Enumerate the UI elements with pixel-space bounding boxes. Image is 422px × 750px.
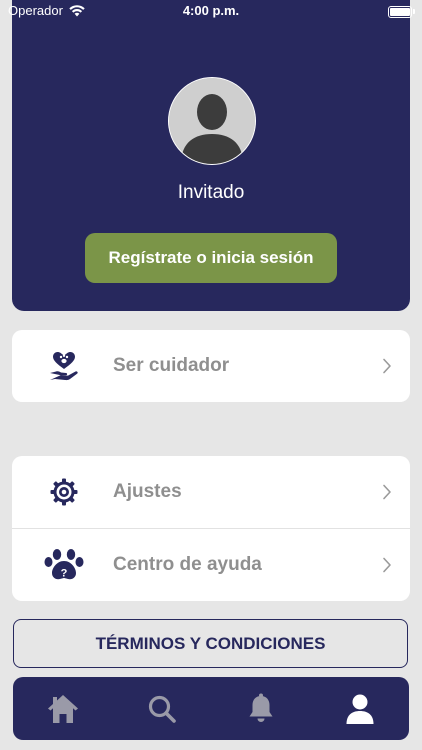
chevron-right-icon	[383, 484, 391, 500]
svg-text:?: ?	[61, 568, 68, 580]
heart-hand-icon	[42, 348, 86, 384]
bell-icon	[249, 693, 272, 722]
guest-name: Invitado	[177, 182, 245, 203]
menu-item-label: Ser cuidador	[113, 355, 230, 376]
user-icon	[346, 694, 373, 724]
paw-question-icon: ?	[42, 547, 86, 583]
search-icon	[148, 695, 176, 723]
caretaker-menu-card: Ser cuidador	[12, 330, 410, 402]
chevron-right-icon	[383, 557, 391, 573]
menu-item-centro-de-ayuda[interactable]: ? Centro de ayuda	[12, 528, 410, 601]
battery-icon	[388, 6, 415, 18]
default-avatar-icon	[169, 78, 255, 164]
home-icon	[47, 694, 78, 723]
tab-profile[interactable]	[330, 684, 390, 734]
avatar[interactable]	[168, 77, 256, 165]
tab-search[interactable]	[132, 684, 192, 734]
menu-item-label: Ajustes	[113, 481, 182, 502]
tab-home[interactable]	[33, 684, 93, 734]
chevron-right-icon	[383, 358, 391, 374]
tab-notifications[interactable]	[231, 684, 291, 734]
settings-menu-card: Ajustes ? Centro de ayuda	[12, 456, 410, 601]
gear-icon	[42, 474, 86, 510]
status-bar: Operador 4:00 p.m.	[0, 0, 422, 22]
bottom-tab-bar	[13, 677, 409, 740]
menu-item-label: Centro de ayuda	[113, 554, 262, 575]
login-register-button[interactable]: Regístrate o inicia sesión	[85, 233, 337, 283]
profile-header: Invitado Regístrate o inicia sesión	[12, 0, 410, 311]
menu-item-ajustes[interactable]: Ajustes	[12, 456, 410, 528]
terms-and-conditions-button[interactable]: TÉRMINOS Y CONDICIONES	[13, 619, 408, 668]
menu-item-ser-cuidador[interactable]: Ser cuidador	[12, 330, 410, 402]
status-time: 4:00 p.m.	[182, 3, 240, 18]
